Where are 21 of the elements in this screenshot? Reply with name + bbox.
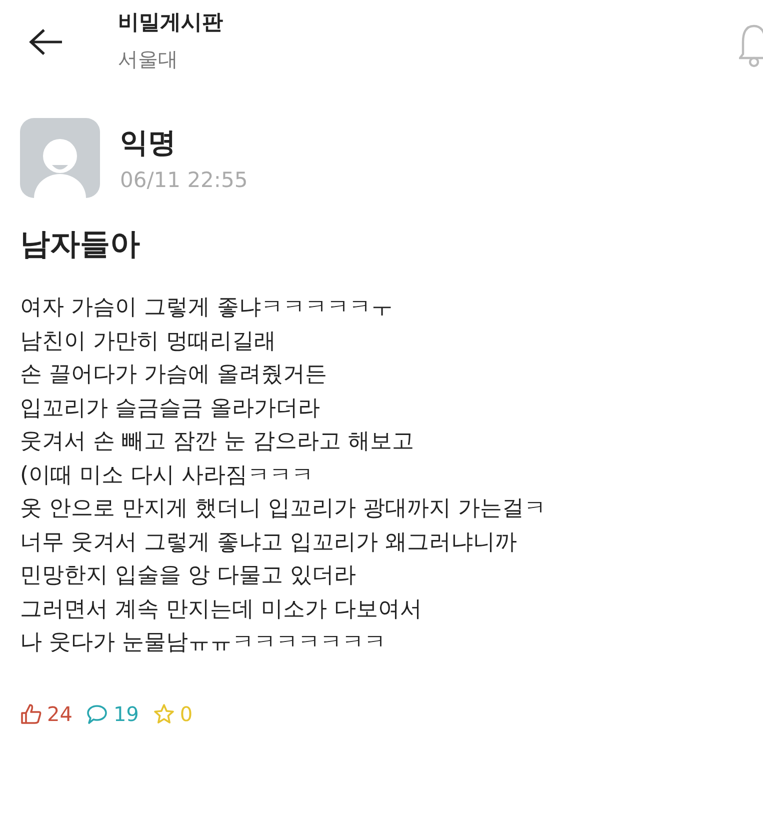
author-name: 익명: [120, 125, 177, 161]
post-text-line: 손 끌어다가 가슴에 올려줬거든: [20, 361, 328, 389]
post-title: 남자들아: [20, 226, 141, 264]
post-text-line: 옷 안으로 만지게 했더니 입꼬리가 광대까지 가는걸ㅋ: [20, 495, 547, 523]
post-text-line: 너무 웃겨서 그렇게 좋냐고 입꼬리가 왜그러냐니까: [20, 528, 518, 556]
post-text-line: 나 웃다가 눈물남ㅠㅠㅋㅋㅋㅋㅋㅋㅋ: [20, 629, 387, 657]
post-text-line: 남친이 가만히 멍때리길래: [20, 328, 277, 356]
post-text-line: 민망한지 입술을 앙 다물고 있더라: [20, 562, 357, 590]
school-name: 서울대: [118, 46, 179, 73]
stat-count: 19: [113, 702, 139, 726]
board-title: 비밀게시판: [118, 9, 223, 36]
stat-count: 24: [47, 702, 72, 726]
stat-count: 0: [180, 702, 193, 726]
post-time: 06/11 22:55: [120, 168, 248, 192]
post-text-line: 웃겨서 손 빼고 잠깐 눈 감으라고 해보고: [20, 428, 415, 456]
post-text-line: 입꼬리가 슬금슬금 올라가더라: [20, 394, 321, 422]
avatar-icon: [20, 118, 100, 198]
post-text-line: 여자 가슴이 그렇게 좋냐ㅋㅋㅋㅋㅋㅜ: [20, 294, 394, 322]
post-text-line: (이때 미소 다시 사라짐ㅋㅋㅋ: [20, 462, 315, 490]
back-icon[interactable]: [28, 28, 64, 56]
post-text-line: 그러면서 계속 만지는데 미소가 다보여서: [20, 596, 423, 624]
